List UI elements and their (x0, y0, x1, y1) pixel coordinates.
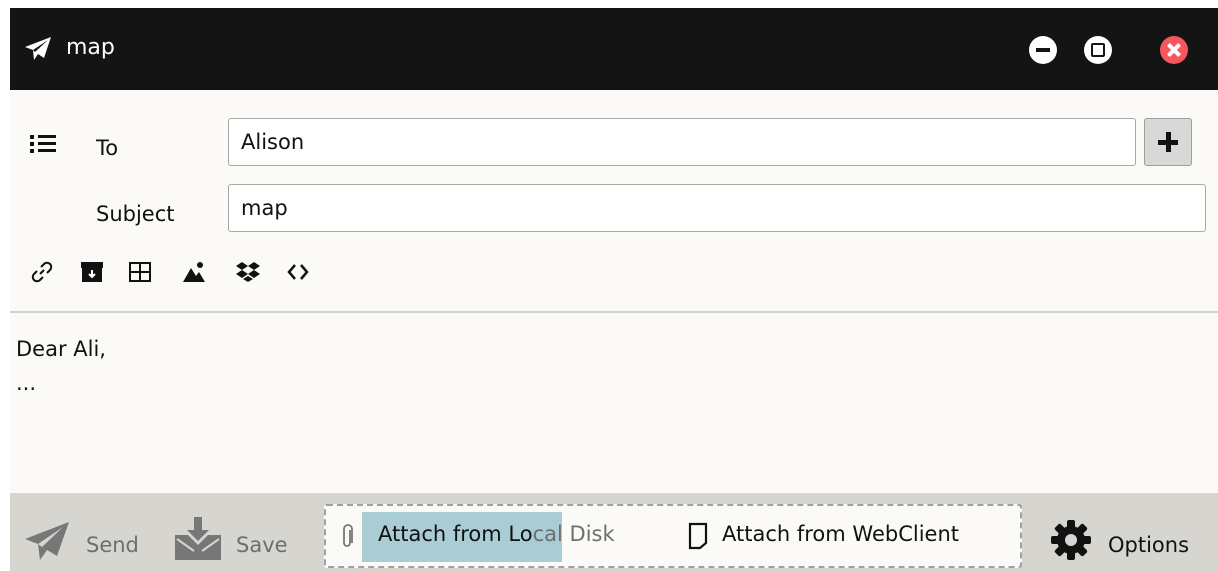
attach-from-webclient-button[interactable]: Attach from WebClient (722, 520, 959, 548)
footer-bar: Send Save Attach from Local Disk Attach … (10, 493, 1218, 571)
table-icon[interactable] (128, 260, 152, 284)
add-recipient-button[interactable] (1144, 118, 1192, 166)
body-line: Dear Ali, (16, 337, 106, 361)
attach-local-label-part: Attach from Lo (378, 522, 533, 546)
send-icon[interactable] (24, 521, 70, 561)
image-icon[interactable] (182, 260, 206, 284)
to-label: To (96, 136, 119, 160)
minimize-button[interactable] (1029, 36, 1057, 64)
attachment-drop-zone[interactable]: Attach from Local Disk Attach from WebCl… (324, 504, 1022, 568)
message-body[interactable]: Dear Ali, ... (10, 313, 1218, 493)
code-icon[interactable] (286, 260, 310, 284)
attach-from-local-disk-button[interactable]: Attach from Local Disk (378, 520, 615, 548)
save-icon[interactable] (174, 517, 222, 561)
paper-plane-icon (25, 37, 51, 60)
paperclip-icon (343, 524, 353, 547)
dropbox-icon[interactable] (236, 260, 260, 284)
options-label[interactable]: Options (1108, 531, 1189, 559)
archive-icon[interactable] (80, 260, 104, 284)
link-icon[interactable] (30, 260, 54, 284)
maximize-button[interactable] (1084, 36, 1112, 64)
document-icon (688, 522, 708, 550)
subject-field[interactable] (228, 184, 1206, 232)
close-button[interactable] (1160, 36, 1188, 64)
gear-icon[interactable] (1050, 519, 1092, 561)
subject-label: Subject (96, 202, 175, 226)
title-bar: map (10, 8, 1218, 90)
body-line: ... (16, 371, 37, 395)
list-icon[interactable] (30, 134, 56, 154)
window-title: map (66, 35, 115, 60)
send-label[interactable]: Send (86, 531, 139, 559)
to-field[interactable] (228, 118, 1136, 166)
compose-window: map To Subject (10, 8, 1218, 571)
save-label[interactable]: Save (236, 531, 288, 559)
attach-local-label-rest: cal Disk (532, 522, 615, 546)
